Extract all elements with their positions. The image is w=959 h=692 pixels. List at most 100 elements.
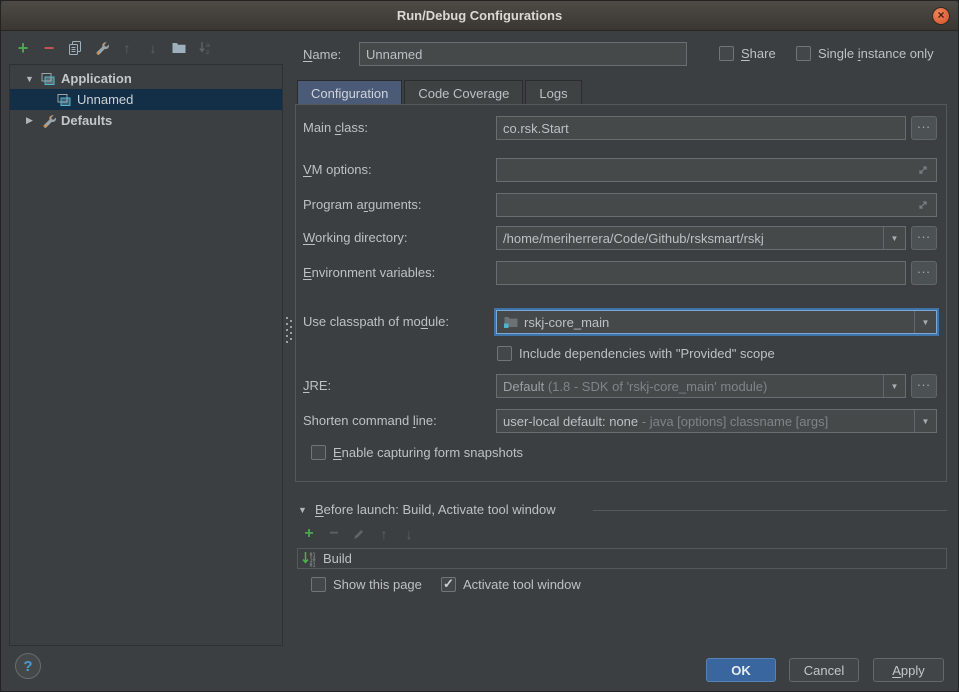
configurations-tree: ▼ Application Unnamed ▶ Defaults xyxy=(9,64,283,646)
sort-configurations-button[interactable]: az xyxy=(195,38,215,58)
combo-value: user-local default: none xyxy=(503,414,638,429)
working-directory-browse-button[interactable]: ... xyxy=(911,226,937,250)
show-this-page-checkbox[interactable]: Show this page xyxy=(311,577,422,592)
cancel-button[interactable]: Cancel xyxy=(789,658,859,682)
combo-hint: - java [options] classname [args] xyxy=(638,414,828,429)
add-configuration-button[interactable]: + xyxy=(13,38,33,58)
jre-label: JRE: xyxy=(303,378,331,393)
activate-tool-window-checkbox[interactable]: Activate tool window xyxy=(441,577,581,592)
tab-configuration[interactable]: Configuration xyxy=(297,80,402,105)
before-launch-section-header[interactable]: ▼ Before launch: Build, Activate tool wi… xyxy=(297,502,556,517)
move-down-button[interactable]: ↓ xyxy=(143,38,163,58)
name-input[interactable] xyxy=(359,42,687,66)
tab-logs[interactable]: Logs xyxy=(525,80,581,105)
settings-wrench-icon xyxy=(93,40,109,56)
chevron-down-icon[interactable]: ▼ xyxy=(914,410,936,432)
title-bar[interactable]: Run/Debug Configurations × xyxy=(1,1,958,31)
new-folder-button[interactable] xyxy=(169,38,189,58)
expand-field-icon[interactable] xyxy=(915,162,931,178)
task-move-up-button[interactable]: ↑ xyxy=(376,526,392,542)
program-arguments-label: Program arguments: xyxy=(303,197,422,212)
environment-variables-browse-button[interactable]: ... xyxy=(911,261,937,285)
combo-hint: (1.8 - SDK of 'rskj-core_main' module) xyxy=(544,379,767,394)
edit-task-button[interactable] xyxy=(351,526,367,542)
chevron-down-icon[interactable]: ▼ xyxy=(883,375,905,397)
collapse-icon[interactable]: ▼ xyxy=(24,74,35,84)
tree-item-label: Defaults xyxy=(61,113,112,128)
help-icon: ? xyxy=(23,658,32,675)
folder-icon xyxy=(171,40,187,56)
add-task-button[interactable]: + xyxy=(301,526,317,542)
tree-item-application[interactable]: ▼ Application xyxy=(10,68,282,89)
ellipsis-icon: ... xyxy=(917,227,931,241)
run-debug-configurations-dialog: Run/Debug Configurations × + − ↑ ↓ az ▼ … xyxy=(0,0,959,692)
checkbox-label: Activate tool window xyxy=(463,577,581,592)
program-arguments-input[interactable] xyxy=(496,193,937,217)
checkbox-box xyxy=(311,577,326,592)
svg-text:01: 01 xyxy=(310,562,316,567)
splitter-grip[interactable] xyxy=(286,317,288,319)
collapse-icon[interactable]: ▼ xyxy=(297,505,308,515)
checkbox-box xyxy=(441,577,456,592)
tab-code-coverage[interactable]: Code Coverage xyxy=(404,80,523,105)
help-button[interactable]: ? xyxy=(15,653,41,679)
expand-icon[interactable]: ▶ xyxy=(24,115,35,126)
tree-item-unnamed[interactable]: Unnamed xyxy=(10,89,282,110)
combo-value: rskj-core_main xyxy=(524,315,609,330)
remove-icon: − xyxy=(329,526,338,542)
ellipsis-icon: ... xyxy=(917,117,931,131)
share-checkbox[interactable]: Share xyxy=(719,46,776,61)
task-move-down-button[interactable]: ↓ xyxy=(401,526,417,542)
single-instance-checkbox[interactable]: Single instance only xyxy=(796,46,934,61)
chevron-down-icon[interactable]: ▼ xyxy=(914,311,936,333)
copy-icon xyxy=(67,40,83,56)
copy-configuration-button[interactable] xyxy=(65,38,85,58)
vm-options-input[interactable] xyxy=(496,158,937,182)
svg-text:z: z xyxy=(206,48,210,56)
module-icon xyxy=(503,314,519,330)
move-up-button[interactable]: ↑ xyxy=(117,38,137,58)
task-label: Build xyxy=(323,551,352,566)
apply-button[interactable]: Apply xyxy=(873,658,944,682)
expand-field-icon[interactable] xyxy=(915,197,931,213)
section-divider xyxy=(593,510,947,511)
environment-variables-input[interactable] xyxy=(496,261,906,285)
main-class-input[interactable] xyxy=(496,116,906,140)
name-label: Name: xyxy=(303,47,341,62)
shorten-command-line-combo[interactable]: user-local default: none - java [options… xyxy=(496,409,937,433)
window-title: Run/Debug Configurations xyxy=(1,8,958,23)
ok-button[interactable]: OK xyxy=(706,658,776,682)
arrow-up-icon: ↑ xyxy=(124,41,131,55)
remove-configuration-button[interactable]: − xyxy=(39,38,59,58)
module-label: Use classpath of module: xyxy=(303,314,449,329)
settings-tabs: Configuration Code Coverage Logs xyxy=(297,80,582,105)
environment-variables-label: Environment variables: xyxy=(303,265,435,280)
main-class-label: Main class: xyxy=(303,120,368,135)
checkbox-label: Enable capturing form snapshots xyxy=(333,445,523,460)
checkbox-box xyxy=(796,46,811,61)
checkbox-box xyxy=(311,445,326,460)
chevron-down-icon[interactable]: ▼ xyxy=(883,227,905,249)
add-icon: + xyxy=(304,526,313,542)
main-class-browse-button[interactable]: ... xyxy=(911,116,937,140)
vm-options-label: VM options: xyxy=(303,162,372,177)
capture-snapshots-checkbox[interactable]: Enable capturing form snapshots xyxy=(311,445,523,460)
edit-defaults-button[interactable] xyxy=(91,38,111,58)
jre-browse-button[interactable]: ... xyxy=(911,374,937,398)
jre-combo[interactable]: Default (1.8 - SDK of 'rskj-core_main' m… xyxy=(496,374,906,398)
build-compile-icon: 011001 xyxy=(302,551,318,567)
include-provided-checkbox[interactable]: Include dependencies with "Provided" sco… xyxy=(497,346,775,361)
combo-value: Default xyxy=(503,379,544,394)
defaults-wrench-icon xyxy=(40,113,56,129)
working-directory-combo[interactable]: /home/meriherrera/Code/Github/rsksmart/r… xyxy=(496,226,906,250)
remove-task-button[interactable]: − xyxy=(326,526,342,542)
checkbox-label: Show this page xyxy=(333,577,422,592)
application-icon xyxy=(40,71,56,87)
application-icon xyxy=(56,92,72,108)
module-combo[interactable]: rskj-core_main ▼ xyxy=(496,310,937,334)
tree-item-label: Unnamed xyxy=(77,92,133,107)
close-button[interactable]: × xyxy=(932,7,950,25)
tree-item-defaults[interactable]: ▶ Defaults xyxy=(10,110,282,131)
checkbox-label: Share xyxy=(741,46,776,61)
before-launch-task-list[interactable]: 011001 Build xyxy=(297,548,947,569)
